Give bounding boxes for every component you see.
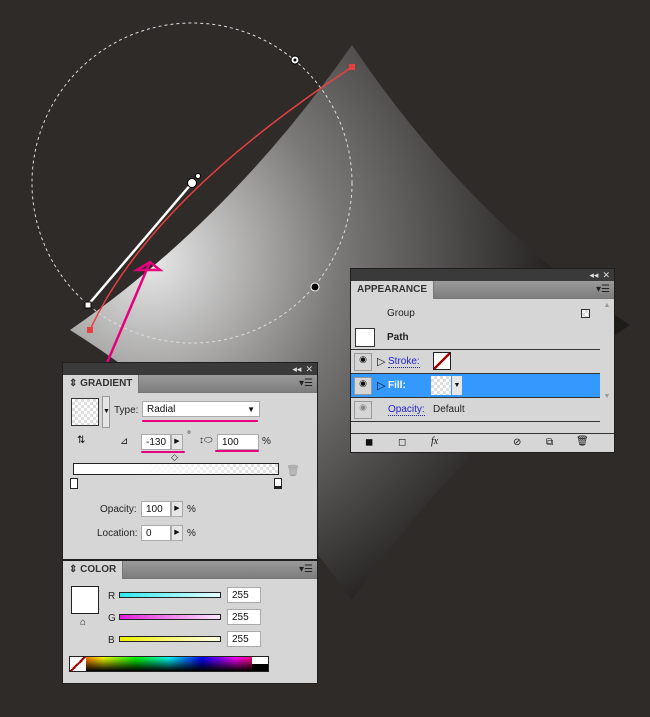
highlight-underline	[141, 451, 185, 453]
aspect-ratio-field[interactable]: 100	[217, 434, 259, 450]
anchor-point	[349, 64, 355, 70]
angle-stepper[interactable]: ▶	[171, 434, 183, 450]
tab-appearance[interactable]: APPEARANCE	[351, 281, 435, 299]
collapse-icon[interactable]: ◂◂	[589, 270, 598, 281]
location-field[interactable]: 0	[141, 525, 171, 541]
r-slider[interactable]	[119, 592, 221, 598]
fill-swatch[interactable]	[431, 376, 451, 395]
stroke-row[interactable]: ◉ ▷ Stroke:	[351, 350, 600, 374]
path-row[interactable]: Path	[351, 326, 600, 350]
add-stroke-button[interactable]: ◼	[365, 437, 373, 448]
b-field[interactable]: 255	[227, 631, 261, 647]
angle-field[interactable]: -130	[141, 434, 171, 450]
angle-icon: ⊿	[120, 436, 129, 447]
fill-dropdown[interactable]: ▼	[452, 376, 462, 395]
b-slider[interactable]	[119, 636, 221, 642]
clear-appearance-button[interactable]: ⊘	[513, 437, 521, 448]
close-icon[interactable]: ✕	[602, 270, 610, 281]
stroke-none-swatch[interactable]	[433, 352, 451, 370]
chevron-down-icon: ▼	[247, 405, 255, 414]
out-of-web-icon: ⌂	[80, 617, 87, 628]
scrollbar[interactable]: ▲ ▼	[600, 302, 614, 432]
gradient-stop-left[interactable]	[70, 478, 78, 489]
color-spectrum[interactable]	[69, 656, 269, 672]
delete-item-button[interactable]: 🗑	[576, 436, 589, 447]
color-panel: ⇕ COLOR ▾☰ ⌂ R 255 G 255 B 255	[62, 560, 318, 684]
visibility-eye-icon[interactable]: ◉	[354, 377, 372, 395]
none-swatch[interactable]	[70, 657, 86, 671]
white-black-swatch[interactable]	[252, 657, 268, 671]
visibility-eye-icon[interactable]: ◉	[354, 353, 372, 371]
group-row[interactable]: Group	[351, 302, 600, 326]
gradient-type-select[interactable]: Radial ▼	[142, 401, 260, 417]
gradient-swatch[interactable]	[71, 398, 99, 426]
visibility-eye-icon[interactable]: ◉	[354, 401, 372, 419]
opacity-stepper[interactable]: ▶	[171, 501, 183, 517]
gradient-swatch-dropdown[interactable]: ▼	[102, 396, 110, 428]
anchor-point	[87, 327, 93, 333]
gradient-stop-right[interactable]	[274, 478, 282, 489]
r-field[interactable]: 255	[227, 587, 261, 603]
close-icon[interactable]: ✕	[305, 364, 313, 375]
add-fill-button[interactable]: ◻	[398, 437, 406, 448]
aspect-ratio-icon: ↕⬭	[199, 435, 213, 446]
fx-button[interactable]: fx	[431, 436, 438, 447]
g-field[interactable]: 255	[227, 609, 261, 625]
gradient-focus-handle	[195, 173, 201, 179]
midpoint-diamond[interactable]: ◇	[171, 452, 178, 463]
panel-menu-icon[interactable]: ▾☰	[299, 378, 313, 389]
fill-swatch[interactable]	[71, 586, 99, 614]
tab-gradient[interactable]: ⇕ GRADIENT	[63, 375, 140, 393]
tab-color[interactable]: ⇕ COLOR	[63, 561, 124, 579]
duplicate-item-button[interactable]: ⧉	[546, 437, 553, 448]
fill-row[interactable]: ◉ ▷ Fill: ▼	[351, 374, 600, 398]
collapse-icon[interactable]: ◂◂	[292, 364, 301, 375]
g-slider[interactable]	[119, 614, 221, 620]
opacity-field[interactable]: 100	[141, 501, 171, 517]
gradient-slider[interactable]	[73, 463, 279, 475]
gradient-aspect-handle	[310, 282, 320, 292]
gradient-end-handle	[84, 301, 92, 309]
panel-menu-icon[interactable]: ▾☰	[596, 284, 610, 295]
appearance-toolbar: ◼ ◻ fx ⊘ ⧉ 🗑	[351, 433, 614, 453]
trash-icon[interactable]: 🗑	[286, 464, 300, 477]
gradient-panel: ◂◂ ✕ ⇕ GRADIENT ▾☰ ▼ Type: Radial ▼ ⇅ ⊿ -13…	[62, 362, 318, 560]
gradient-center-handle	[187, 178, 197, 188]
transparency-icon	[581, 309, 590, 318]
location-stepper[interactable]: ▶	[171, 525, 183, 541]
opacity-row[interactable]: ◉ Opacity: Default	[351, 398, 600, 422]
reverse-gradient-icon[interactable]: ⇅	[77, 435, 93, 449]
highlight-underline	[215, 450, 259, 452]
highlight-underline	[142, 420, 258, 422]
panel-menu-icon[interactable]: ▾☰	[299, 564, 313, 575]
appearance-panel: ◂◂ ✕ APPEARANCE ▾☰ Group Path ◉ ▷ Stroke: ◉ ▷…	[350, 268, 615, 453]
